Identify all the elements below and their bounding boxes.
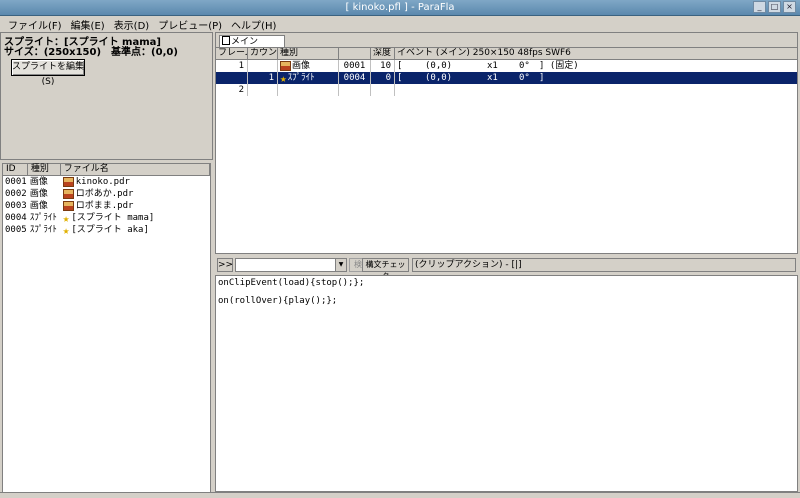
- event-scale: x1: [487, 73, 498, 83]
- event-scale: x1: [487, 61, 498, 71]
- event-rotation: 0°: [519, 61, 530, 71]
- col-count[interactable]: カウント: [248, 48, 278, 59]
- cell-count: 1: [248, 72, 278, 84]
- forward-button[interactable]: >>: [217, 258, 233, 272]
- library-header: ID 種別 ファイル名: [3, 164, 210, 176]
- menu-view[interactable]: 表示(D): [110, 16, 155, 32]
- menu-preview[interactable]: プレビュー(P): [154, 16, 227, 32]
- library-list[interactable]: ID 種別 ファイル名 0001 画像 kinoko.pdr 0002 画像 ロ…: [2, 163, 211, 494]
- item-kind: 画像: [29, 189, 48, 199]
- event-bracket-close: ]: [539, 73, 545, 83]
- item-id: 0003: [5, 201, 27, 211]
- cell-kind: 画像: [292, 61, 311, 71]
- cell-id: 0004: [339, 72, 371, 84]
- close-icon[interactable]: ×: [783, 1, 796, 13]
- timeline-panel: メイン フレーム カウント 種別 深度 イベント (メイン) 250×150 4…: [215, 32, 798, 254]
- col-id[interactable]: ID: [3, 164, 28, 175]
- table-row[interactable]: 1 画像 0001 10 [ (0,0) x1 0° ] (固定): [216, 60, 797, 72]
- maximize-icon[interactable]: □: [768, 1, 781, 13]
- timeline-tabs: メイン: [216, 33, 797, 48]
- cell-depth: 10: [371, 60, 395, 72]
- clip-action-label: (クリップアクション) - [|]: [412, 258, 796, 272]
- code-editor[interactable]: onClipEvent(load){stop();}; on(rollOver)…: [215, 275, 798, 492]
- cell-frame: 2: [216, 84, 248, 96]
- cell-count: [248, 84, 278, 96]
- col-kind[interactable]: 種別: [28, 164, 61, 175]
- item-file: ロボあか.pdr: [75, 189, 134, 199]
- list-item[interactable]: 0004 ｽﾌﾟﾗｲﾄ ★ [スプライト mama]: [3, 212, 210, 224]
- status-bar: [0, 492, 800, 498]
- col-depth[interactable]: 深度: [371, 48, 395, 59]
- item-id: 0005: [5, 225, 27, 235]
- menu-bar: ファイル(F) 編集(E) 表示(D) プレビュー(P) ヘルプ(H): [0, 16, 800, 32]
- item-kind: ｽﾌﾟﾗｲﾄ: [29, 213, 57, 223]
- cell-id: [339, 84, 371, 96]
- item-file: [スプライト aka]: [71, 225, 149, 235]
- pdr-image-icon: [280, 61, 291, 71]
- cell-kind: [278, 84, 339, 96]
- col-file[interactable]: ファイル名: [61, 164, 210, 175]
- table-row-selected[interactable]: 1 ★ ｽﾌﾟﾗｲﾄ 0004 0 [ (0,0) x1 0° ]: [216, 72, 797, 84]
- col-id[interactable]: [339, 48, 371, 59]
- event-rotation: 0°: [519, 73, 530, 83]
- sprite-panel: スプライト：[スプライト mama] サイズ：(250x150) 基準点：(0,…: [0, 32, 213, 160]
- menu-file[interactable]: ファイル(F): [4, 16, 67, 32]
- sprite-info: サイズ：(250x150) 基準点：(0,0): [4, 47, 178, 58]
- cell-event: [ (0,0) x1 0° ]: [395, 72, 795, 84]
- cell-event: [395, 84, 795, 96]
- tab-main-label: メイン: [231, 37, 259, 47]
- cell-frame: 1: [216, 60, 248, 72]
- window-title: [ kinoko.pfl ] - ParaFla: [345, 2, 455, 13]
- item-file: ロボまま.pdr: [75, 201, 134, 211]
- list-item[interactable]: 0001 画像 kinoko.pdr: [3, 176, 210, 188]
- star-sprite-icon: ★: [62, 224, 70, 236]
- cell-depth: 0: [371, 72, 395, 84]
- table-row[interactable]: 2: [216, 84, 797, 96]
- item-kind: ｽﾌﾟﾗｲﾄ: [29, 225, 57, 235]
- pdr-image-icon: [62, 201, 74, 211]
- event-bracket-open: [: [397, 61, 403, 71]
- col-kind[interactable]: 種別: [278, 48, 339, 59]
- cell-event: [ (0,0) x1 0° ] (固定): [395, 60, 795, 72]
- cell-depth: [371, 84, 395, 96]
- item-id: 0002: [5, 189, 27, 199]
- cell-kind: ｽﾌﾟﾗｲﾄ: [287, 73, 315, 83]
- menu-help[interactable]: ヘルプ(H): [227, 16, 281, 32]
- star-sprite-icon: ★: [62, 212, 70, 224]
- event-position: (0,0): [425, 61, 453, 71]
- chevron-down-icon[interactable]: ▼: [335, 259, 346, 271]
- tab-main[interactable]: メイン: [219, 35, 286, 47]
- menu-edit[interactable]: 編集(E): [67, 16, 110, 32]
- item-kind: 画像: [29, 177, 48, 187]
- minimize-icon[interactable]: _: [753, 1, 766, 13]
- item-id: 0001: [5, 177, 27, 187]
- timeline-header: フレーム カウント 種別 深度 イベント (メイン) 250×150 48fps…: [216, 48, 797, 60]
- event-position: (0,0): [425, 73, 453, 83]
- list-item[interactable]: 0005 ｽﾌﾟﾗｲﾄ ★ [スプライト aka]: [3, 224, 210, 236]
- item-kind: 画像: [29, 201, 48, 211]
- code-line: onClipEvent(load){stop();};: [218, 278, 365, 288]
- item-file: [スプライト mama]: [71, 213, 155, 223]
- edit-sprite-button[interactable]: スプライトを編集(S): [11, 59, 85, 87]
- star-sprite-icon: ★: [280, 72, 287, 84]
- cell-frame: [216, 72, 248, 84]
- item-id: 0004: [5, 213, 27, 223]
- action-combo[interactable]: ▼: [235, 258, 347, 272]
- action-toolbar: >> ▼ 検索 構文チェック (クリップアクション) - [|]: [215, 257, 798, 281]
- title-bar: [ kinoko.pfl ] - ParaFla _ □ ×: [0, 0, 800, 16]
- col-event[interactable]: イベント (メイン) 250×150 48fps SWF6: [395, 48, 795, 59]
- list-item[interactable]: 0002 画像 ロボあか.pdr: [3, 188, 210, 200]
- pdr-image-icon: [62, 177, 74, 187]
- syntax-check-button[interactable]: 構文チェック: [362, 258, 409, 281]
- list-item[interactable]: 0003 画像 ロボまま.pdr: [3, 200, 210, 212]
- cell-id: 0001: [339, 60, 371, 72]
- event-bracket-open: [: [397, 73, 403, 83]
- timeline-icon: [222, 36, 230, 45]
- item-file: kinoko.pdr: [75, 177, 130, 187]
- code-line: on(rollOver){play();};: [218, 296, 338, 306]
- cell-count: [248, 60, 278, 72]
- event-bracket-close: ] (固定): [539, 61, 579, 71]
- col-frame[interactable]: フレーム: [216, 48, 248, 59]
- pdr-image-icon: [62, 189, 74, 199]
